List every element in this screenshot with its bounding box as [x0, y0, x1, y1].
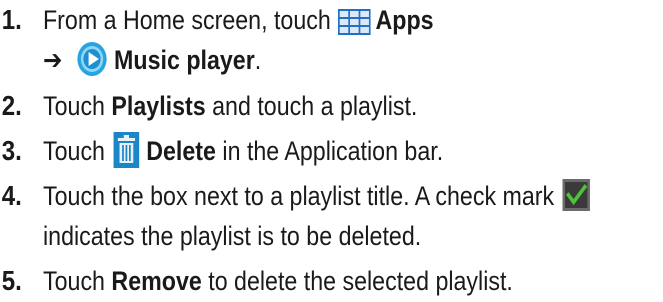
step-text: ➔ Music player. — [43, 40, 261, 80]
step-text-suffix: in the Application bar. — [222, 136, 444, 166]
apps-grid-icon — [337, 6, 371, 35]
step-text-prefix: From a Home screen, touch — [43, 5, 331, 35]
step-text-line: Touch the box next to a playlist title. … — [43, 181, 555, 211]
step-text: From a Home screen, touch Apps — [43, 0, 434, 40]
step-text: Touch Remove to delete the selected play… — [43, 261, 513, 301]
step-text-line: indicates the playlist is to be deleted. — [43, 221, 422, 251]
music-player-icon — [76, 41, 107, 77]
step-number: 5. — [1, 265, 22, 296]
apps-label: Apps — [375, 5, 434, 35]
delete-label: Delete — [146, 136, 216, 166]
step-number: 2. — [1, 90, 22, 121]
step-text: Touch Playlists and touch a playlist. — [43, 86, 417, 126]
music-player-label: Music player — [114, 45, 255, 75]
step-text-prefix: Touch — [43, 91, 105, 121]
trash-icon — [113, 131, 140, 168]
remove-label: Remove — [111, 266, 202, 296]
step-text: Touch the box next to a playlist title. … — [43, 176, 591, 216]
playlists-label: Playlists — [111, 91, 206, 121]
step-text: Touch Delete in the Application bar. — [43, 131, 443, 171]
step-text: indicates the playlist is to be deleted. — [43, 216, 421, 256]
checkbox-checked-icon — [562, 178, 591, 211]
step-text-suffix: to delete the selected playlist. — [208, 266, 513, 296]
step-number: 4. — [1, 180, 22, 211]
step-text-prefix: Touch — [43, 266, 105, 296]
step-text-prefix: Touch — [43, 136, 105, 166]
step-text-suffix: and touch a playlist. — [212, 91, 418, 121]
step-number: 1. — [1, 4, 22, 35]
step-number: 3. — [1, 135, 22, 166]
step-text-suffix: . — [254, 45, 262, 75]
arrow-right-icon: ➔ — [43, 45, 63, 75]
